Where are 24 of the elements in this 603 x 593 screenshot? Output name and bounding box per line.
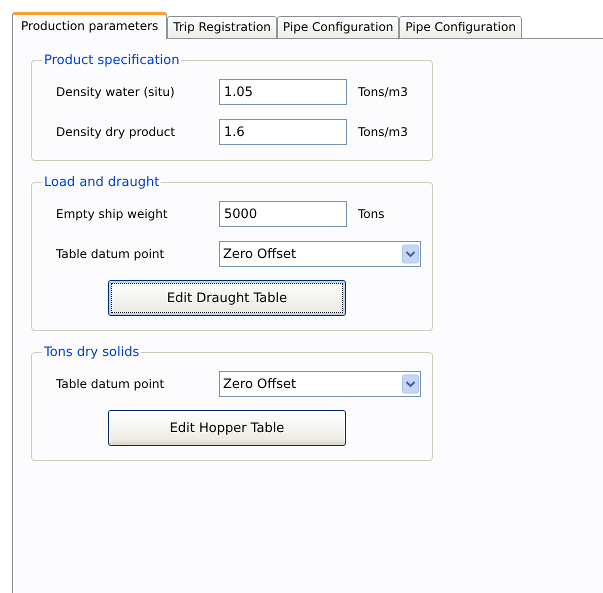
dropdown[interactable]: Zero Offset — [219, 371, 421, 397]
field-label: Empty ship weight — [56, 207, 169, 221]
dropdown[interactable]: Zero Offset — [219, 241, 421, 267]
input-field[interactable]: 1.05 — [219, 79, 347, 105]
group-title: Load and draught — [43, 175, 160, 190]
input-field[interactable]: 5000 — [219, 201, 347, 227]
button[interactable]: Edit Draught Table — [108, 280, 346, 316]
unit-label: Tons/m3 — [358, 85, 408, 99]
tab[interactable]: Production parameters — [12, 12, 168, 39]
input-field[interactable]: 1.6 — [219, 119, 347, 145]
field-label: Density water (situ) — [56, 85, 176, 99]
chevron-down-icon[interactable] — [402, 244, 419, 264]
unit-label: Tons/m3 — [358, 125, 408, 139]
field-label: Table datum point — [56, 377, 166, 391]
chevron-down-icon[interactable] — [402, 374, 419, 394]
group-title: Product specification — [43, 53, 180, 68]
field-label: Table datum point — [56, 247, 166, 261]
tab[interactable]: Pipe Configuration — [276, 16, 400, 38]
unit-label: Tons — [358, 207, 384, 221]
group-title: Tons dry solids — [43, 345, 140, 360]
button[interactable]: Edit Hopper Table — [108, 410, 346, 446]
field-label: Density dry product — [56, 125, 176, 139]
tab[interactable]: Pipe Configuration — [399, 16, 522, 38]
tab[interactable]: Trip Registration — [167, 16, 277, 38]
